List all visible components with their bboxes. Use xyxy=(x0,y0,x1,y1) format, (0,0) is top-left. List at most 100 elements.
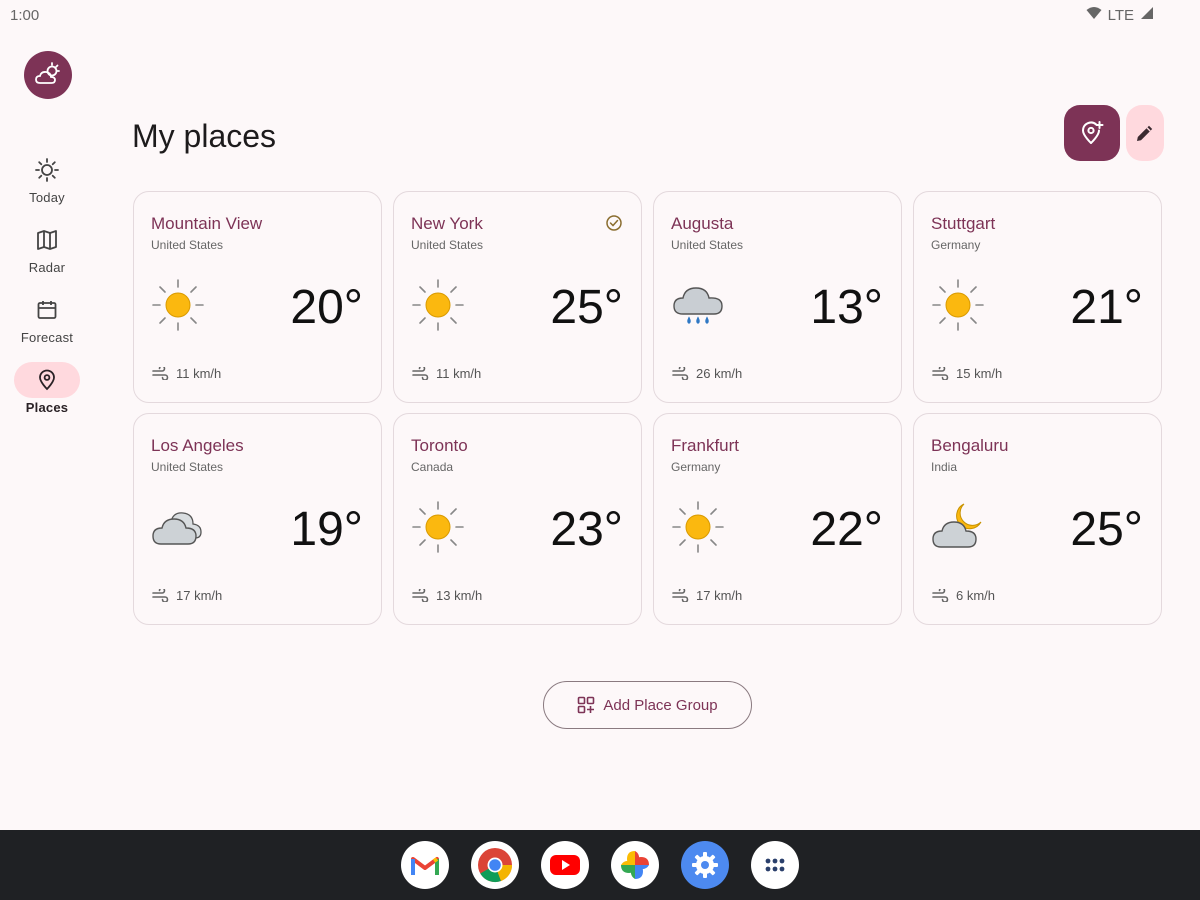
edit-places-button[interactable] xyxy=(1126,105,1164,161)
status-icons: LTE xyxy=(1086,6,1154,24)
place-card[interactable]: Augusta United States 13° 26 km/h xyxy=(653,191,902,403)
place-temperature: 22° xyxy=(810,503,883,556)
gmail-icon xyxy=(411,857,439,875)
wind-speed: 13 km/h xyxy=(436,588,483,603)
place-card[interactable]: Stuttgart Germany 21° 15 km/h xyxy=(913,191,1162,403)
place-city: New York xyxy=(411,214,483,233)
wind-icon xyxy=(412,367,429,380)
wind-icon xyxy=(152,367,169,380)
sun-icon xyxy=(151,278,205,332)
rail-item-label: Forecast xyxy=(20,330,74,345)
wind-speed: 15 km/h xyxy=(956,366,1003,381)
rail-item-label: Radar xyxy=(28,260,66,275)
rail-item-today[interactable]: Today xyxy=(12,152,82,205)
sun-icon xyxy=(411,278,465,332)
place-country: United States xyxy=(671,238,744,252)
place-wind: 17 km/h xyxy=(152,588,222,603)
place-country: Germany xyxy=(931,238,981,252)
add-place-group-label: Add Place Group xyxy=(603,696,718,714)
wind-icon xyxy=(932,367,949,380)
place-city: Bengaluru xyxy=(931,436,1009,455)
wind-speed: 26 km/h xyxy=(696,366,743,381)
photos-app[interactable] xyxy=(611,841,659,889)
taskbar xyxy=(0,830,1200,900)
app-logo[interactable] xyxy=(24,51,72,99)
rail-item-label: Places xyxy=(25,400,69,415)
place-wind: 11 km/h xyxy=(152,366,221,381)
place-country: India xyxy=(931,460,958,474)
add-place-group-button[interactable]: Add Place Group xyxy=(543,681,752,729)
weather-logo-icon xyxy=(35,62,60,84)
wind-icon xyxy=(672,367,689,380)
place-card[interactable]: Frankfurt Germany 22° 17 km/h xyxy=(653,413,902,625)
rain-cloud-icon xyxy=(671,278,725,332)
place-card[interactable]: New York United States 25° 11 km/h xyxy=(393,191,642,403)
place-city: Los Angeles xyxy=(151,436,244,455)
place-country: United States xyxy=(411,238,484,252)
moon-cloud-icon xyxy=(931,500,985,554)
map-icon xyxy=(37,230,57,250)
place-card[interactable]: Toronto Canada 23° 13 km/h xyxy=(393,413,642,625)
chrome-app[interactable] xyxy=(471,841,519,889)
app-drawer[interactable] xyxy=(751,841,799,889)
current-badge xyxy=(605,214,623,237)
wind-speed: 17 km/h xyxy=(176,588,223,603)
place-temperature: 21° xyxy=(1070,281,1143,334)
page-title: My places xyxy=(132,118,277,154)
wind-speed: 11 km/h xyxy=(436,366,482,381)
place-card[interactable]: Los Angeles United States 19° 17 km/h xyxy=(133,413,382,625)
wind-speed: 17 km/h xyxy=(696,588,743,603)
add-location-icon xyxy=(1081,121,1104,144)
place-temperature: 23° xyxy=(550,503,623,556)
place-country: United States xyxy=(151,238,224,252)
youtube-icon xyxy=(550,855,580,875)
status-bar: 1:00 LTE xyxy=(0,0,1200,32)
youtube-app[interactable] xyxy=(541,841,589,889)
wind-speed: 6 km/h xyxy=(956,588,996,603)
place-city: Frankfurt xyxy=(671,436,740,455)
status-time: 1:00 xyxy=(10,7,40,24)
place-temperature: 25° xyxy=(1070,503,1143,556)
place-temperature: 19° xyxy=(290,503,363,556)
sun-outline-icon xyxy=(35,158,59,182)
place-temperature: 13° xyxy=(810,281,883,334)
place-city: Toronto xyxy=(411,436,468,455)
cloud-icon xyxy=(151,500,205,554)
rail-item-radar[interactable]: Radar xyxy=(12,222,82,275)
place-card[interactable]: Bengaluru India 25° 6 km/h xyxy=(913,413,1162,625)
add-place-button[interactable] xyxy=(1064,105,1120,161)
photos-icon xyxy=(621,851,649,879)
pencil-icon xyxy=(1137,125,1153,141)
sun-icon xyxy=(931,278,985,332)
sun-icon xyxy=(411,500,465,554)
place-wind: 6 km/h xyxy=(932,588,995,603)
place-city: Augusta xyxy=(671,214,734,233)
place-city: Stuttgart xyxy=(931,214,996,233)
app-drawer-icon xyxy=(765,858,785,872)
rail-item-places[interactable]: Places xyxy=(12,362,82,415)
rail-item-forecast[interactable]: Forecast xyxy=(12,292,82,345)
settings-icon xyxy=(692,852,718,878)
chrome-icon xyxy=(478,848,513,883)
rail-item-label: Today xyxy=(29,190,65,205)
gmail-app[interactable] xyxy=(401,841,449,889)
place-country: United States xyxy=(151,460,224,474)
wind-speed: 11 km/h xyxy=(176,366,222,381)
wind-icon xyxy=(932,589,949,602)
place-card[interactable]: Mountain View United States 20° 11 km/h xyxy=(133,191,382,403)
place-city: Mountain View xyxy=(151,214,263,233)
place-country: Germany xyxy=(671,460,721,474)
place-wind: 13 km/h xyxy=(412,588,482,603)
group-add-icon xyxy=(578,696,595,714)
wind-icon xyxy=(152,589,169,602)
place-wind: 11 km/h xyxy=(412,366,481,381)
place-wind: 26 km/h xyxy=(672,366,742,381)
wind-icon xyxy=(672,589,689,602)
network-type: LTE xyxy=(1107,6,1134,24)
place-wind: 15 km/h xyxy=(932,366,1002,381)
settings-app[interactable] xyxy=(681,841,729,889)
place-temperature: 20° xyxy=(290,281,363,334)
sun-icon xyxy=(671,500,725,554)
calendar-icon xyxy=(37,301,57,319)
location-pin-icon xyxy=(39,369,55,391)
